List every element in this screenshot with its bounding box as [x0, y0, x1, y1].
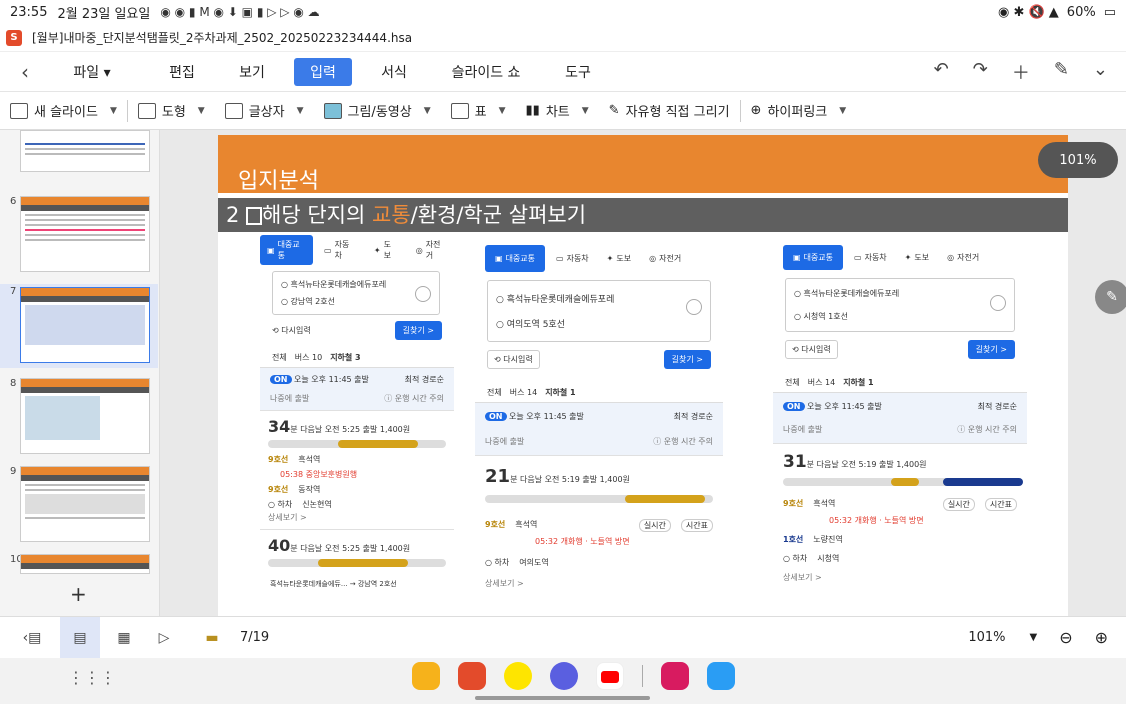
file-title: [월부]내마중_단지분석탬플릿_2주차과제_2502_2025022323444… [32, 31, 413, 45]
zoom-out-icon[interactable]: ⊖ [1059, 628, 1072, 647]
route-screenshot-2: ▣ 대중교통 ▭ 자동차 ✦ 도보 ◎ 자전거 ○ 흑석뉴타운롯데캐슬에듀포레 … [475, 245, 723, 616]
all-tab: 전체 [272, 353, 287, 362]
menu-view[interactable]: 보기 [224, 58, 280, 86]
my-files-app-icon[interactable] [412, 662, 440, 690]
battery-level: 60% [1066, 4, 1096, 20]
zoom-in-icon[interactable]: ⊕ [1095, 628, 1108, 647]
slide-header-band: 입지분석 [218, 135, 1068, 194]
battery-icon: ▭ [1103, 4, 1116, 20]
reset-label: ⟲ 다시입력 [272, 326, 311, 335]
slide-title: 입지분석 [238, 169, 319, 194]
back-icon[interactable]: ‹ [0, 60, 50, 84]
route-option-1: 34분 다음날 오전 5:25 출발 1,400원 9호선 흑석역 05:38 중… [260, 410, 454, 529]
menu-insert[interactable]: 입력 [294, 57, 352, 86]
picture-button[interactable]: 그림/동영상 ▼ [314, 101, 441, 120]
slide-canvas: 입지분석 2 해당 단지의 교통/환경/학군 살펴보기 ▣ 대중교통 ▭ 자동차… [160, 130, 1126, 616]
internet-app-icon[interactable] [550, 662, 578, 690]
zoom-level: 101% [968, 630, 1006, 645]
menu-format[interactable]: 서식 [366, 58, 422, 86]
menu-slideshow[interactable]: 슬라이드 쇼 [436, 58, 536, 86]
menu-edit[interactable]: 편집 [154, 58, 210, 86]
origin-field: ○ 흑석뉴타운롯데캐슬에듀포레 [281, 280, 387, 289]
destination-field: ○ 강남역 2호선 [281, 297, 335, 306]
app-drawer-icon[interactable]: ⋮⋮⋮ [68, 668, 116, 687]
menu-tools[interactable]: 도구 [550, 58, 606, 86]
swap-icon [415, 286, 431, 302]
search-route-label: 길찾기 > [394, 321, 442, 340]
new-slide-button[interactable]: 새 슬라이드 ▼ [0, 101, 127, 120]
route-option-1: 31분 다음날 오전 5:19 출발 1,400원 9호선 흑석역 실시간 시간표 0… [773, 443, 1027, 591]
app-dock [412, 662, 735, 690]
slide-thumbnail-8[interactable]: 8 [0, 376, 158, 456]
chart-button[interactable]: ▮▮ 차트 ▼ [516, 101, 599, 120]
notes-icon[interactable]: ▬ [198, 626, 226, 650]
shape-button[interactable]: 도형 ▼ [128, 101, 215, 120]
slide-thumbnail-10[interactable]: 10 [0, 552, 158, 582]
slide-thumbnail-6[interactable]: 6 [0, 194, 158, 274]
bottom-toolbar: ‹▤ ▤ ▦ ▷ ▬ 7/19 101% ▼ ⊖ ⊕ [0, 616, 1126, 659]
bike-tab: ◎ 자전거 [415, 240, 441, 260]
zoom-badge: 101% [1038, 142, 1118, 178]
subway-tab: 지하철 3 [330, 353, 361, 362]
slide-sorter-icon[interactable]: ▦ [110, 626, 138, 650]
zoom-dropdown-icon[interactable]: ▼ [1029, 632, 1037, 643]
car-tab: ▭ 자동차 [324, 240, 350, 260]
globe-icon: ⊕ [750, 103, 762, 118]
slide-thumbnail-9[interactable]: 9 [0, 464, 158, 544]
route-screenshot-3: ▣ 대중교통 ▭ 자동차 ✦ 도보 ◎ 자전거 ○ 흑석뉴타운롯데캐슬에듀포레 … [773, 245, 1027, 616]
notification-icons: ◉ ◉ ▮ M ◉ ⬇ ▣ ▮ ▷ ▷ ◉ ☁ [160, 5, 320, 19]
add-slide-icon[interactable]: + [70, 582, 87, 606]
new-slide-icon [10, 102, 28, 119]
shape-icon [137, 102, 156, 119]
hyperlink-button[interactable]: ⊕ 하이퍼링크 ▼ [741, 101, 857, 120]
add-icon[interactable]: ＋ [1012, 59, 1030, 85]
redo-icon[interactable]: ↷ [973, 59, 988, 85]
home-indicator[interactable] [475, 696, 650, 700]
pen-icon: ✎ [608, 103, 620, 118]
title-bar: S [월부]내마중_단지분석탬플릿_2주차과제_2502_20250223234… [0, 24, 1126, 52]
system-icons: ◉ ✱ 🔇 ▲ [997, 4, 1059, 20]
map-app-icon[interactable] [707, 662, 735, 690]
menu-file[interactable]: 파일 ▾ [50, 58, 134, 86]
hancom-app-icon[interactable] [458, 662, 486, 690]
freeform-button[interactable]: ✎ 자유형 직접 그리기 [599, 101, 740, 120]
gallery-app-icon[interactable] [661, 662, 689, 690]
status-bar: 23:55 2월 23일 일요일 ◉ ◉ ▮ M ◉ ⬇ ▣ ▮ ▷ ▷ ◉ ☁… [0, 0, 1126, 24]
route-option-2: 40분 다음날 오전 5:25 출발 1,400원 [260, 529, 454, 577]
slide-thumbnail-panel: 6 7 8 9 10 + [0, 130, 160, 616]
page-indicator: 7/19 [240, 630, 270, 645]
chart-icon: ▮▮ [525, 103, 540, 118]
textbox-icon [224, 102, 243, 119]
chevron-down-icon[interactable]: ⌄ [1093, 59, 1108, 85]
slide-subtitle: 2 해당 단지의 교통/환경/학군 살펴보기 [218, 198, 1068, 232]
pen-icon[interactable]: ✎ [1095, 280, 1126, 314]
bus-tab: 버스 10 [294, 353, 323, 362]
kakaotalk-app-icon[interactable] [504, 662, 532, 690]
android-nav-bar: ⋮⋮⋮ [0, 658, 1126, 704]
table-icon [450, 102, 469, 119]
textbox-button[interactable]: 글상자 ▼ [215, 101, 314, 120]
picture-icon [323, 102, 342, 119]
edit-icon[interactable]: ✎ [1054, 59, 1069, 85]
clock: 23:55 [10, 4, 48, 20]
slide-7[interactable]: 입지분석 2 해당 단지의 교통/환경/학군 살펴보기 ▣ 대중교통 ▭ 자동차… [218, 135, 1068, 616]
undo-icon[interactable]: ↶ [934, 59, 949, 85]
normal-view-icon[interactable]: ▤ [60, 616, 100, 659]
slide-thumbnail-5[interactable] [20, 130, 150, 172]
insert-toolbar: 새 슬라이드 ▼ 도형 ▼ 글상자 ▼ 그림/동영상 ▼ 표 ▼ ▮▮ 차트 ▼ ✎ 자유형 직… [0, 92, 1126, 130]
youtube-app-icon[interactable] [596, 662, 624, 690]
hancom-app-icon: S [6, 29, 22, 46]
date: 2월 23일 일요일 [57, 6, 151, 22]
slideshow-icon[interactable]: ▷ [150, 626, 178, 650]
collapse-panel-icon[interactable]: ‹▤ [18, 626, 46, 650]
route-screenshot-1: ▣ 대중교통 ▭ 자동차 ✦ 도보 ◎ 자전거 ○ 흑석뉴타운롯데캐슬에듀포레 … [260, 235, 454, 616]
menu-bar: ‹ 파일 ▾ 편집 보기 입력 서식 슬라이드 쇼 도구 ↶ ↷ ＋ ✎ ⌄ [0, 52, 1126, 92]
transit-tab: ▣ 대중교통 [260, 235, 314, 265]
route-option-1: 21분 다음날 오전 5:19 출발 1,400원 9호선 흑석역 실시간 시간표 0… [475, 455, 723, 599]
slide-thumbnail-7[interactable]: 7 [0, 284, 158, 368]
walk-tab: ✦ 도보 [373, 240, 391, 260]
table-button[interactable]: 표 ▼ [441, 101, 516, 120]
